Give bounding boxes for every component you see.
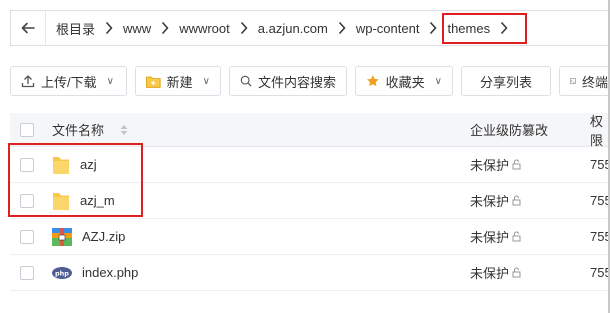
php-file-icon: php: [52, 266, 72, 279]
chevron-right-icon: [338, 21, 346, 35]
protect-label: 未保护: [470, 194, 510, 209]
favorites-button[interactable]: 收藏夹 ∨: [355, 66, 453, 96]
file-name-cell[interactable]: AZJ.zip: [52, 227, 125, 246]
table-row[interactable]: php index.php 未保护 755: [10, 255, 610, 291]
breadcrumb-label[interactable]: wp-content: [346, 21, 430, 36]
file-name[interactable]: AZJ.zip: [82, 229, 125, 244]
star-icon: [366, 75, 379, 87]
breadcrumb-item-themes[interactable]: themes: [437, 11, 508, 45]
terminal-button[interactable]: 终端: [559, 66, 610, 96]
file-name-cell[interactable]: php index.php: [52, 265, 138, 280]
breadcrumb-label[interactable]: a.azjun.com: [248, 21, 338, 36]
chevron-right-icon: [105, 21, 113, 35]
breadcrumb: 根目录 www wwwroot a.azjun.com wp-content t…: [10, 10, 610, 46]
header-protect-label: 企业级防篡改: [470, 123, 549, 138]
terminal-label: 终端: [581, 74, 608, 90]
terminal-icon: [570, 78, 576, 84]
upload-download-label: 上传/下载: [41, 74, 97, 90]
header-name-label: 文件名称: [52, 123, 105, 138]
folder-icon: [53, 192, 69, 210]
row-checkbox[interactable]: [20, 157, 34, 172]
file-content-search-button[interactable]: 文件内容搜索: [229, 66, 347, 96]
chevron-down-icon: ∨: [202, 75, 210, 87]
breadcrumb-label[interactable]: www: [113, 21, 161, 36]
upload-icon: [21, 75, 35, 88]
permission[interactable]: 755: [590, 265, 610, 280]
table-row[interactable]: azj 未保护 755: [10, 147, 610, 183]
header-name[interactable]: 文件名称: [52, 120, 128, 139]
breadcrumb-label[interactable]: 根目录: [46, 19, 105, 38]
breadcrumb-item-wp-content[interactable]: wp-content: [346, 11, 438, 45]
breadcrumb-item-www[interactable]: www: [113, 11, 169, 45]
chevron-down-icon: ∨: [434, 75, 442, 87]
protect-status[interactable]: 未保护: [470, 263, 522, 282]
protect-label: 未保护: [470, 230, 510, 245]
folder-icon: [53, 156, 69, 174]
table-row[interactable]: azj_m 未保护 755: [10, 183, 610, 219]
file-name[interactable]: index.php: [82, 265, 138, 280]
header-protect: 企业级防篡改: [470, 120, 548, 139]
file-name-cell[interactable]: azj: [52, 155, 97, 175]
upload-download-button[interactable]: 上传/下载 ∨: [10, 66, 127, 96]
back-button[interactable]: [11, 11, 46, 45]
lock-icon: [512, 159, 521, 170]
breadcrumb-label[interactable]: themes: [437, 21, 500, 36]
share-list-button[interactable]: 分享列表: [461, 66, 551, 96]
breadcrumb-item-root[interactable]: 根目录: [46, 11, 113, 45]
file-name[interactable]: azj_m: [80, 193, 115, 208]
row-checkbox[interactable]: [20, 193, 34, 208]
zip-file-icon: [52, 227, 72, 246]
new-button[interactable]: 新建 ∨: [135, 66, 221, 96]
file-name-cell[interactable]: azj_m: [52, 191, 115, 211]
new-label: 新建: [166, 74, 193, 90]
protect-label: 未保护: [470, 266, 510, 281]
header-perm: 权限: [590, 111, 610, 149]
search-icon: [240, 75, 252, 87]
back-arrow-icon: [21, 22, 35, 34]
sort-icon: [120, 124, 128, 135]
favorites-label: 收藏夹: [385, 74, 425, 90]
protect-label: 未保护: [470, 158, 510, 173]
chevron-right-icon: [500, 21, 508, 35]
chevron-right-icon: [429, 21, 437, 35]
permission[interactable]: 755: [590, 157, 610, 172]
protect-status[interactable]: 未保护: [470, 155, 522, 174]
chevron-down-icon: ∨: [106, 75, 114, 87]
table-header: 文件名称 企业级防篡改 权限: [10, 111, 610, 149]
chevron-right-icon: [161, 21, 169, 35]
lock-icon: [512, 267, 521, 278]
breadcrumb-item-wwwroot[interactable]: wwwroot: [169, 11, 248, 45]
breadcrumb-label[interactable]: wwwroot: [169, 21, 240, 36]
lock-icon: [512, 195, 521, 206]
share-list-label: 分享列表: [479, 74, 532, 90]
row-checkbox[interactable]: [20, 265, 34, 280]
table-row[interactable]: AZJ.zip 未保护 755: [10, 219, 610, 255]
svg-text:php: php: [55, 269, 69, 277]
file-table: 文件名称 企业级防篡改 权限 azj 未保护 755 azj_m 未保护 755…: [10, 113, 610, 291]
header-perm-label: 权限: [590, 113, 604, 148]
protect-status[interactable]: 未保护: [470, 191, 522, 210]
file-name[interactable]: azj: [80, 157, 97, 172]
breadcrumb-item-domain[interactable]: a.azjun.com: [248, 11, 346, 45]
toolbar: 上传/下载 ∨ 新建 ∨ 文件内容搜索 收藏夹 ∨ 分享列表 终端: [10, 66, 610, 98]
chevron-right-icon: [240, 21, 248, 35]
select-all-checkbox[interactable]: [20, 122, 34, 137]
new-folder-icon: [146, 76, 161, 88]
search-label: 文件内容搜索: [257, 74, 336, 90]
permission[interactable]: 755: [590, 193, 610, 208]
permission[interactable]: 755: [590, 229, 610, 244]
protect-status[interactable]: 未保护: [470, 227, 522, 246]
lock-icon: [512, 231, 521, 242]
row-checkbox[interactable]: [20, 229, 34, 244]
